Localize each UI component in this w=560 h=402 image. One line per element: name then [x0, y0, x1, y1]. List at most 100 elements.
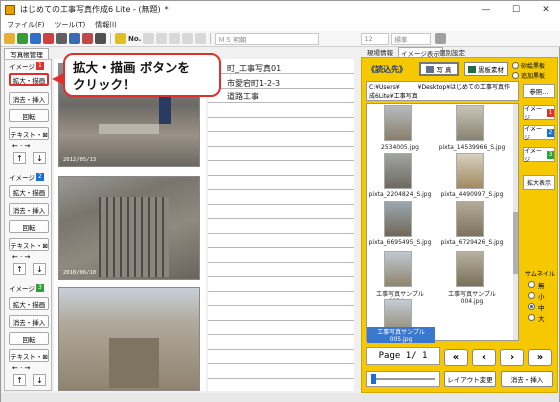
thumbnail-6[interactable] [456, 201, 484, 237]
save-as-icon[interactable] [43, 33, 54, 44]
swap-icon[interactable] [195, 33, 207, 44]
image3-down-icon[interactable]: ↓ [33, 374, 46, 386]
tab-individual-settings[interactable]: 個別設定 [439, 47, 465, 57]
text-rule-line [208, 189, 354, 190]
lightbulb-icon[interactable] [115, 33, 126, 44]
image2-rotate-button[interactable]: 回転 [9, 220, 49, 233]
folder-path-field[interactable]: C:¥Users¥ ¥Desktop¥はじめての工事写真作成6Lite¥工事写真 [366, 81, 519, 101]
image2-lr-arrow-icon: ← · → [12, 253, 31, 261]
slider-track [371, 378, 435, 380]
sand-blackboard-radio[interactable] [512, 62, 519, 69]
extra-blackboard-option[interactable]: 追加黒板 [512, 71, 545, 80]
image3-delete-insert-button[interactable]: 消去・挿入 [9, 315, 49, 328]
chevron-right-icon[interactable] [182, 33, 194, 44]
minimize-button[interactable]: — [471, 1, 501, 18]
tab-photobook-management[interactable]: 写真帳管理 [4, 48, 49, 59]
text-rule-line [208, 145, 354, 147]
image3-up-icon[interactable]: ↑ [13, 374, 26, 386]
image1-zoom-draw-button[interactable]: 拡大・描画 [9, 73, 49, 86]
send-to-image3-button[interactable]: イメージ 3 [523, 147, 555, 164]
print-icon[interactable] [56, 33, 67, 44]
page-slider[interactable] [366, 371, 440, 387]
zoom-display-button[interactable]: 拡大表示 [523, 175, 555, 190]
send-to-image1-button[interactable]: イメージ 1 [523, 105, 555, 122]
thumb-size-small[interactable]: 小 [528, 290, 545, 301]
photo-2[interactable]: 2010/06/10 [58, 176, 200, 280]
thumbnail-7[interactable] [384, 251, 412, 287]
last-page-button[interactable]: » [528, 349, 552, 366]
menu-info[interactable]: 情報(I) [95, 20, 117, 30]
list-icon[interactable] [143, 33, 155, 44]
first-page-button[interactable]: « [444, 349, 468, 366]
image2-zoom-draw-button[interactable]: 拡大・描画 [9, 185, 49, 198]
text-rule-line [208, 377, 354, 379]
thumb-size-medium[interactable]: 中 [528, 301, 545, 312]
sand-blackboard-option[interactable]: 砂絵黒板 [512, 61, 545, 70]
open-folder-icon[interactable] [4, 33, 15, 44]
new-icon[interactable] [17, 33, 28, 44]
rebar-grid [99, 197, 169, 277]
font-name-select[interactable]: ＭＳ 明朝 [215, 32, 320, 45]
image2-text-button[interactable]: テキスト・⊠ [9, 238, 49, 251]
thumbnail-4[interactable] [456, 153, 484, 189]
image2-header: イメージ 2 [9, 172, 44, 182]
thumbnail-8[interactable] [456, 251, 484, 287]
slider-thumb[interactable] [371, 374, 376, 384]
image2-delete-insert-button[interactable]: 消去・挿入 [9, 203, 49, 216]
delete-insert-button[interactable]: 消去・挿入 [501, 371, 553, 387]
image1-delete-insert-button[interactable]: 消去・挿入 [9, 92, 49, 105]
thumb-size-large[interactable]: 大 [528, 312, 545, 323]
image3-text-button[interactable]: テキスト・⊠ [9, 349, 49, 362]
caption-4: pixta_4490997_S.jpg [440, 191, 504, 198]
delete-icon[interactable] [82, 33, 93, 44]
browse-button[interactable]: 参照... [523, 84, 555, 98]
blackboard-source-button[interactable]: 黒板素材 [464, 62, 508, 76]
extra-blackboard-radio[interactable] [512, 72, 519, 79]
prev-page-button[interactable]: ‹ [472, 349, 496, 366]
text-rule-line [208, 174, 354, 176]
image1-down-icon[interactable]: ↓ [33, 152, 46, 164]
photo-source-button[interactable]: 写 真 [419, 62, 459, 76]
printer-icon[interactable] [95, 33, 106, 44]
list2-icon[interactable] [156, 33, 168, 44]
app-icon [5, 4, 15, 15]
photo-3[interactable] [58, 287, 200, 391]
text-rule-line [208, 348, 354, 350]
menu-file[interactable]: ファイル(F) [7, 20, 45, 30]
image3-zoom-draw-button[interactable]: 拡大・描画 [9, 297, 49, 310]
image2-down-icon[interactable]: ↓ [33, 263, 46, 275]
font-size-select[interactable]: 12 [361, 32, 390, 45]
image1-rotate-button[interactable]: 回転 [9, 109, 49, 122]
save-icon[interactable] [30, 33, 41, 44]
gallery-scroll-thumb[interactable] [513, 212, 518, 274]
close-button[interactable]: ✕ [531, 1, 560, 18]
text-rule-line [208, 276, 354, 277]
image1-text-button[interactable]: テキスト・⊠ [9, 127, 49, 140]
text-rule-line [208, 334, 354, 335]
thumbnail-2[interactable] [456, 105, 484, 141]
text-rule-line [208, 232, 354, 234]
image2-up-icon[interactable]: ↑ [13, 263, 26, 275]
image3-header: イメージ 3 [9, 283, 44, 293]
layout-icon[interactable] [69, 33, 80, 44]
style-select[interactable]: 標準 [391, 32, 432, 45]
tab-site-info[interactable]: 現場情報 [367, 47, 393, 57]
send-to-image2-button[interactable]: イメージ 2 [523, 125, 555, 142]
thumbnail-5[interactable] [384, 201, 412, 237]
text-rule-line [208, 160, 354, 161]
image3-rotate-button[interactable]: 回転 [9, 332, 49, 345]
layout-change-button[interactable]: レイアウト変更 [444, 371, 496, 387]
thumb-size-none[interactable]: 無 [528, 279, 545, 290]
number-icon[interactable]: No. [128, 35, 141, 43]
image1-up-icon[interactable]: ↑ [13, 152, 26, 164]
chevron-left-icon[interactable] [169, 33, 181, 44]
color-icon[interactable] [435, 33, 447, 44]
caption-line-3[interactable]: 道路工事 [227, 91, 259, 102]
callout-pointer [52, 73, 64, 85]
thumbnail-1[interactable] [384, 105, 412, 141]
maximize-button[interactable]: ☐ [501, 1, 531, 18]
thumbnail-3[interactable] [384, 153, 412, 189]
next-page-button[interactable]: › [500, 349, 524, 366]
menu-tools[interactable]: ツール(T) [55, 20, 86, 30]
modified-marker: * [164, 5, 169, 14]
